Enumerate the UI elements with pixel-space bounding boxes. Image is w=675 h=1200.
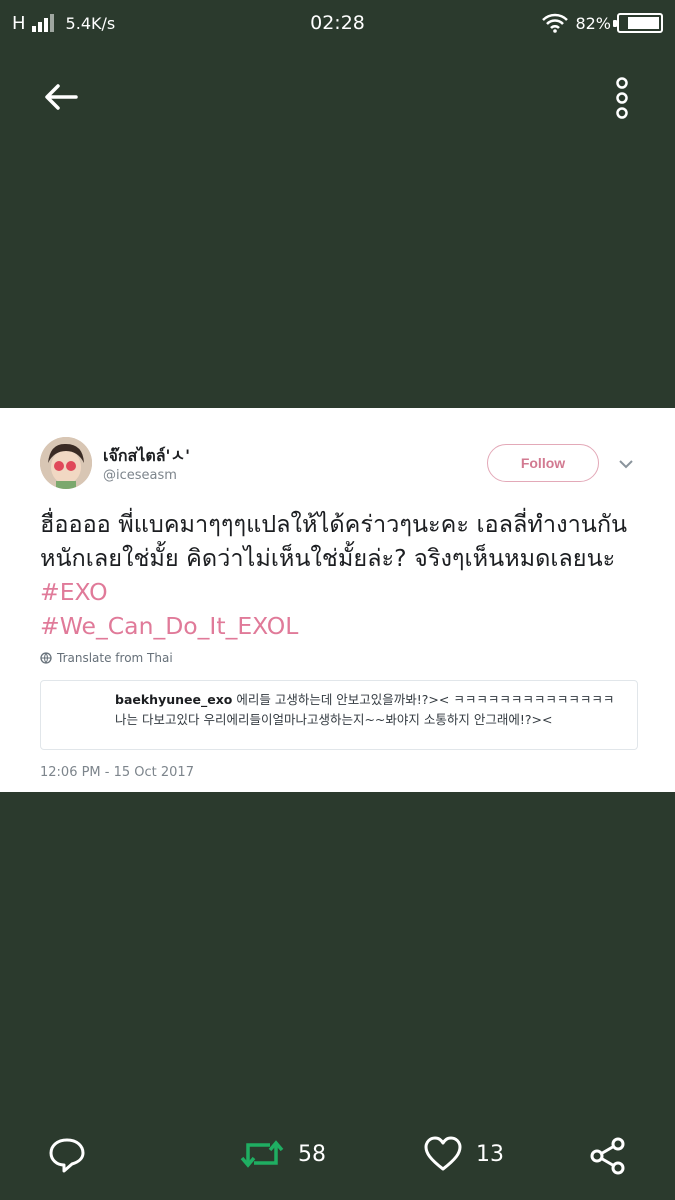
chevron-down-icon [619,460,633,469]
battery-percent: 82% [575,13,611,33]
signal-icon [31,14,54,32]
globe-icon [40,652,52,664]
battery-icon [613,13,663,33]
back-button[interactable] [38,76,84,118]
display-name[interactable]: เจ๊กสไตล์'ㅅ' [103,442,190,469]
battery-fill [627,17,659,29]
more-options-button[interactable] [604,72,640,124]
tweet-body: ฮื่ออออ พี่แบคมาๆๆๆแปลให้ได้คร่าวๆนะคะ เ… [40,510,628,572]
tweet-text: ฮื่ออออ พี่แบคมาๆๆๆแปลให้ได้คร่าวๆนะคะ เ… [40,507,650,643]
share-icon [590,1137,625,1175]
translate-label: Translate from Thai [57,651,173,665]
avatar-image [40,437,92,489]
translate-link[interactable]: Translate from Thai [40,651,173,665]
retweet-count: 58 [298,1141,326,1167]
action-bar: 58 13 [0,1120,675,1192]
retweet-button[interactable]: 58 [240,1136,326,1172]
heart-icon [424,1136,462,1171]
follow-button[interactable]: Follow [487,444,599,482]
network-type: H [12,12,26,34]
hashtag-we-can-do-it[interactable]: #We_Can_Do_It_EXOL [40,612,298,640]
arrow-left-icon [45,84,78,110]
vertical-dots-icon [616,77,628,119]
like-button[interactable]: 13 [424,1136,504,1172]
avatar[interactable] [40,437,92,489]
network-speed: 5.4K/s [65,13,116,33]
wifi-icon [542,13,569,33]
retweet-icon [240,1140,284,1168]
quoted-tweet[interactable]: baekhyunee_exo 에리들 고생하는데 안보고있을까봐!?>< ㅋㅋㅋ… [40,680,638,750]
comment-icon [49,1138,85,1173]
comment-button[interactable] [48,1136,86,1174]
user-handle[interactable]: @iceseasm [103,468,177,483]
hashtag-exo[interactable]: #EXO [40,578,108,606]
quoted-user: baekhyunee_exo [115,692,233,707]
share-button[interactable] [588,1136,628,1176]
status-bar: H 5.4K/s 02:28 82% [0,0,675,46]
like-count: 13 [476,1141,504,1167]
tweet-menu-button[interactable] [616,456,636,472]
tweet-timestamp: 12:06 PM - 15 Oct 2017 [40,765,194,780]
